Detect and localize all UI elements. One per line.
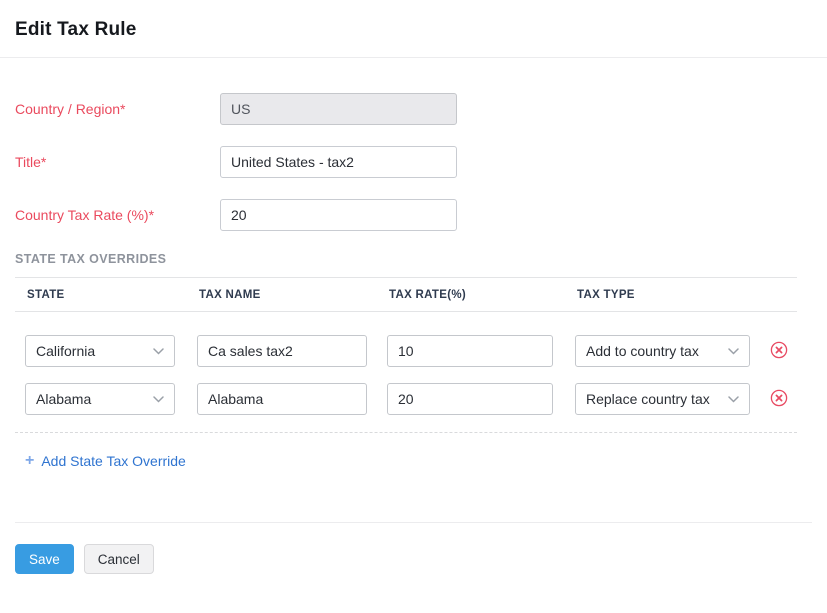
chevron-down-icon (153, 396, 164, 403)
circle-x-icon (770, 341, 788, 362)
add-state-tax-override-link[interactable]: + Add State Tax Override (25, 452, 186, 470)
column-header-tax-rate: TAX RATE(%) (389, 289, 577, 301)
tax-name-input[interactable] (197, 383, 367, 415)
tax-type-select-value: Replace country tax (586, 391, 710, 407)
title-input[interactable] (220, 146, 457, 178)
circle-x-icon (770, 389, 788, 410)
state-select-value: California (36, 343, 95, 359)
column-header-tax-type: TAX TYPE (577, 289, 772, 301)
title-field-row: Title* (15, 146, 812, 178)
save-button[interactable]: Save (15, 544, 74, 574)
tax-type-select-value: Add to country tax (586, 343, 699, 359)
plus-icon: + (25, 452, 34, 470)
chevron-down-icon (153, 348, 164, 355)
country-tax-rate-input[interactable] (220, 199, 457, 231)
cancel-button[interactable]: Cancel (84, 544, 154, 574)
tax-type-select[interactable]: Replace country tax (575, 383, 750, 415)
tax-name-input[interactable] (197, 335, 367, 367)
state-tax-overrides-heading: STATE TAX OVERRIDES (15, 252, 812, 266)
delete-row-button[interactable] (770, 341, 790, 361)
state-select-value: Alabama (36, 391, 91, 407)
state-tax-overrides-table: STATE TAX NAME TAX RATE(%) TAX TYPE Cali… (15, 277, 797, 433)
actions-divider (15, 522, 812, 523)
country-tax-rate-label: Country Tax Rate (%)* (15, 207, 220, 223)
tax-rule-form: Country / Region* Title* Country Tax Rat… (0, 58, 827, 231)
chevron-down-icon (728, 396, 739, 403)
title-label: Title* (15, 154, 220, 170)
country-input (220, 93, 457, 125)
tax-rate-input[interactable] (387, 335, 553, 367)
state-select[interactable]: Alabama (25, 383, 175, 415)
country-label: Country / Region* (15, 101, 220, 117)
state-select[interactable]: California (25, 335, 175, 367)
form-actions: Save Cancel (15, 544, 812, 574)
column-header-state: STATE (27, 289, 199, 301)
table-header-row: STATE TAX NAME TAX RATE(%) TAX TYPE (15, 277, 797, 312)
column-header-tax-name: TAX NAME (199, 289, 389, 301)
override-row-california: California Add to country tax (15, 335, 797, 367)
chevron-down-icon (728, 348, 739, 355)
rate-field-row: Country Tax Rate (%)* (15, 199, 812, 231)
override-row-alabama: Alabama Replace country tax (15, 383, 797, 415)
page-title: Edit Tax Rule (0, 0, 827, 57)
delete-row-button[interactable] (770, 389, 790, 409)
override-rows: California Add to country tax (15, 335, 797, 433)
add-state-tax-override-label: Add State Tax Override (41, 453, 185, 469)
tax-type-select[interactable]: Add to country tax (575, 335, 750, 367)
tax-rate-input[interactable] (387, 383, 553, 415)
country-field-row: Country / Region* (15, 93, 812, 125)
